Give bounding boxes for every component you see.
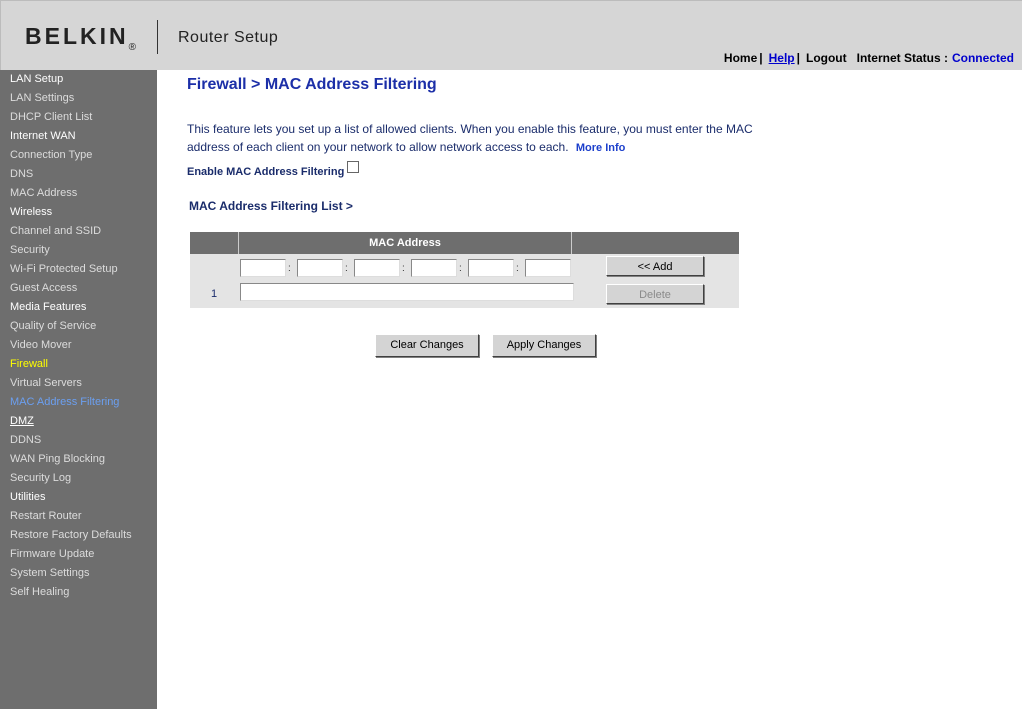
- table-row: 1 Delete: [190, 280, 739, 308]
- mac-filter-table: MAC Address : : : : : << Add 1 Delete: [190, 232, 739, 308]
- nav-separator: |: [759, 51, 763, 65]
- sidebar-item-lan-setup[interactable]: LAN Setup: [0, 70, 157, 89]
- top-nav: Home | Help | Logout Internet Status : Connect…: [724, 51, 1014, 65]
- sidebar-item-restore-factory-defaults[interactable]: Restore Factory Defaults: [0, 526, 157, 545]
- sidebar-item-wireless[interactable]: Wireless: [0, 203, 157, 222]
- sidebar-item-firewall[interactable]: Firewall: [0, 355, 157, 374]
- sidebar-item-dmz[interactable]: DMZ: [0, 412, 157, 431]
- sidebar-item-channel-and-ssid[interactable]: Channel and SSID: [0, 222, 157, 241]
- sidebar-item-dns[interactable]: DNS: [0, 165, 157, 184]
- sidebar-item-mac-address-filtering[interactable]: MAC Address Filtering: [0, 393, 157, 412]
- delete-mac-button[interactable]: Delete: [606, 284, 704, 304]
- apply-changes-button[interactable]: Apply Changes: [492, 334, 596, 357]
- header-mac-address: MAC Address: [239, 232, 572, 254]
- sidebar-item-mac-address[interactable]: MAC Address: [0, 184, 157, 203]
- octet-colon: :: [288, 263, 291, 274]
- sidebar-item-self-healing[interactable]: Self Healing: [0, 583, 157, 602]
- table-header: MAC Address: [190, 232, 739, 254]
- sidebar-item-media-features[interactable]: Media Features: [0, 298, 157, 317]
- clear-changes-button[interactable]: Clear Changes: [375, 334, 479, 357]
- belkin-logo: BELKIN®: [25, 23, 136, 53]
- main-content: Firewall > MAC Address Filtering This fe…: [157, 70, 1022, 709]
- sidebar-item-wan-ping-blocking[interactable]: WAN Ping Blocking: [0, 450, 157, 469]
- mac-octet-input-3[interactable]: [354, 259, 400, 277]
- sidebar-nav: LAN Setup LAN Settings DHCP Client List Int…: [0, 70, 157, 709]
- octet-colon: :: [345, 263, 348, 274]
- filtering-list-title: MAC Address Filtering List >: [189, 199, 353, 213]
- enable-filtering-label: Enable MAC Address Filtering: [187, 166, 345, 178]
- internet-status-label: Internet Status :: [856, 51, 948, 65]
- sidebar-item-firmware-update[interactable]: Firmware Update: [0, 545, 157, 564]
- sidebar-item-lan-settings[interactable]: LAN Settings: [0, 89, 157, 108]
- logout-link[interactable]: Logout: [806, 51, 847, 65]
- octet-colon: :: [402, 263, 405, 274]
- entry-number: 1: [210, 288, 218, 300]
- mac-octet-input-2[interactable]: [297, 259, 343, 277]
- logo-text: BELKIN: [25, 23, 129, 49]
- logo-registered-mark: ®: [128, 42, 136, 53]
- mac-octet-input-5[interactable]: [468, 259, 514, 277]
- sidebar-item-ddns[interactable]: DDNS: [0, 431, 157, 450]
- sidebar-item-guest-access[interactable]: Guest Access: [0, 279, 157, 298]
- sidebar-item-connection-type[interactable]: Connection Type: [0, 146, 157, 165]
- home-link[interactable]: Home: [724, 51, 757, 65]
- nav-separator: |: [796, 51, 800, 65]
- mac-entry-value: [240, 283, 574, 301]
- new-entry-row: : : : : : << Add: [190, 254, 739, 280]
- description-text: This feature lets you set up a list of a…: [187, 122, 753, 154]
- sidebar-item-utilities[interactable]: Utilities: [0, 488, 157, 507]
- add-mac-button[interactable]: << Add: [606, 256, 704, 276]
- page-title: Firewall > MAC Address Filtering: [187, 76, 437, 93]
- sidebar-item-restart-router[interactable]: Restart Router: [0, 507, 157, 526]
- sidebar-item-virtual-servers[interactable]: Virtual Servers: [0, 374, 157, 393]
- sidebar-item-quality-of-service[interactable]: Quality of Service: [0, 317, 157, 336]
- sidebar-item-security-log[interactable]: Security Log: [0, 469, 157, 488]
- sidebar-item-video-mover[interactable]: Video Mover: [0, 336, 157, 355]
- header-bar: BELKIN® Router Setup Home | Help | Logout Int…: [0, 0, 1022, 70]
- sidebar-item-dhcp-client-list[interactable]: DHCP Client List: [0, 108, 157, 127]
- internet-status-value: Connected: [951, 51, 1014, 65]
- more-info-link[interactable]: More Info: [576, 142, 626, 154]
- mac-octet-input-4[interactable]: [411, 259, 457, 277]
- sidebar-item-internet-wan[interactable]: Internet WAN: [0, 127, 157, 146]
- sidebar-item-security[interactable]: Security: [0, 241, 157, 260]
- octet-colon: :: [459, 263, 462, 274]
- mac-octet-input-6[interactable]: [525, 259, 571, 277]
- app-title: Router Setup: [178, 29, 279, 46]
- sidebar-item-system-settings[interactable]: System Settings: [0, 564, 157, 583]
- help-link[interactable]: Help: [769, 51, 795, 65]
- sidebar-item-wi-fi-protected-setup[interactable]: Wi-Fi Protected Setup: [0, 260, 157, 279]
- logo-divider: [157, 20, 158, 54]
- enable-filtering-checkbox[interactable]: [347, 161, 360, 173]
- feature-description: This feature lets you set up a list of a…: [187, 120, 787, 157]
- mac-octet-input-1[interactable]: [240, 259, 286, 277]
- header-number-cell: [190, 232, 239, 254]
- octet-colon: :: [516, 263, 519, 274]
- enable-filtering-row: Enable MAC Address Filtering: [187, 161, 360, 178]
